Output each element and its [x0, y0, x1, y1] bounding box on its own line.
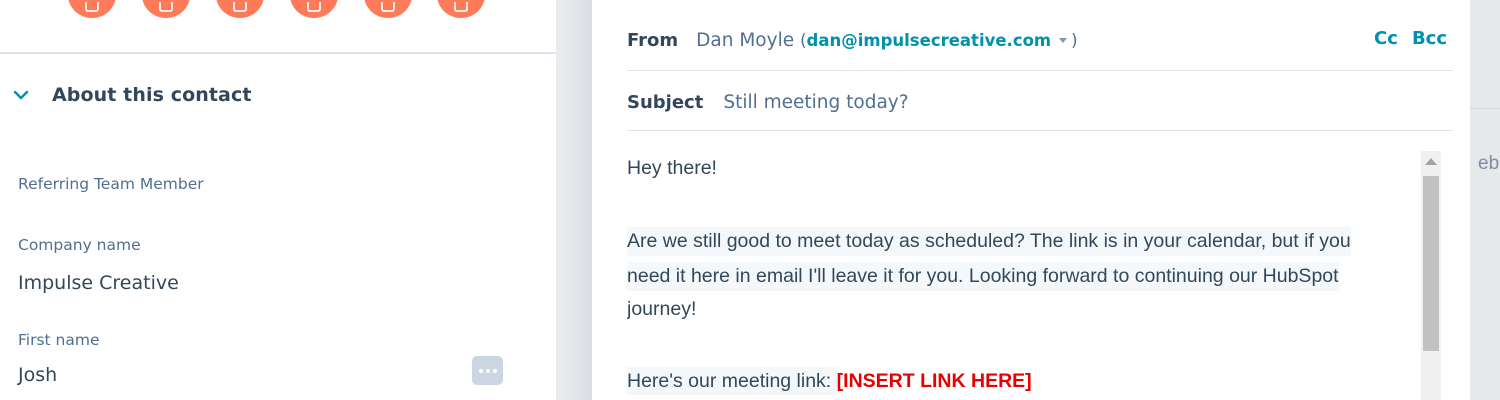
property-label-referring-team-member: Referring Team Member	[18, 175, 204, 193]
property-value-first-name[interactable]: Josh	[18, 364, 57, 386]
from-label: From	[627, 29, 679, 51]
meeting-link-placeholder: [INSERT LINK HERE]	[836, 370, 1032, 392]
from-name: Dan Moyle	[696, 29, 795, 51]
body-greeting: Hey there!	[627, 157, 717, 179]
caret-down-icon[interactable]	[1059, 37, 1068, 43]
background-page	[1470, 0, 1500, 400]
email-compose-panel: From Dan Moyle (dan@impulsecreative.com)…	[592, 0, 1470, 400]
email-action-button[interactable]	[142, 0, 190, 18]
section-title: About this contact	[52, 84, 252, 106]
body-paragraph-line-2: need it here in email I'll leave it for …	[627, 262, 1339, 291]
from-email-selector[interactable]: (dan@impulsecreative.com)	[800, 31, 1077, 50]
log-action-button[interactable]	[290, 0, 338, 18]
body-scrollbar[interactable]	[1421, 151, 1441, 400]
from-divider	[627, 70, 1453, 71]
about-section-toggle[interactable]: About this contact	[12, 80, 252, 110]
background-partial-text: eb	[1478, 153, 1500, 174]
cc-link[interactable]: Cc	[1374, 28, 1398, 49]
call-action-button[interactable]	[216, 0, 264, 18]
email-icon	[159, 2, 173, 12]
call-icon	[233, 2, 247, 12]
ellipsis-icon	[478, 368, 483, 373]
chevron-down-icon	[13, 90, 29, 100]
subject-divider	[627, 130, 1453, 131]
note-action-button[interactable]	[68, 0, 116, 18]
panel-divider	[0, 52, 556, 54]
task-action-button[interactable]	[364, 0, 412, 18]
task-icon	[381, 2, 395, 12]
property-value-company-name[interactable]: Impulse Creative	[18, 272, 179, 294]
subject-label: Subject	[627, 91, 704, 113]
body-meeting-link-line: Here's our meeting link: [INSERT LINK HE…	[627, 367, 1032, 395]
scrollbar-thumb[interactable]	[1423, 176, 1439, 351]
subject-row: Subject Still meeting today?	[627, 86, 909, 118]
body-paragraph-line-3: journey!	[627, 298, 697, 320]
bcc-link[interactable]: Bcc	[1412, 28, 1447, 49]
more-icon	[454, 2, 468, 12]
email-body-editor[interactable]: Hey there! Are we still good to meet tod…	[627, 148, 1435, 400]
panel-gap	[556, 0, 592, 400]
note-icon	[85, 2, 99, 12]
property-label-company-name: Company name	[18, 236, 141, 254]
property-label-first-name: First name	[18, 331, 100, 349]
log-icon	[307, 2, 321, 12]
contact-panel: About this contact Referring Team Member…	[0, 0, 556, 400]
subject-input[interactable]: Still meeting today?	[723, 92, 908, 113]
from-email[interactable]: dan@impulsecreative.com	[807, 31, 1052, 50]
cc-bcc-links: Cc Bcc	[1374, 28, 1447, 49]
scroll-up-arrow-icon[interactable]	[1425, 158, 1437, 165]
more-action-button[interactable]	[437, 0, 485, 18]
property-more-button[interactable]	[472, 356, 503, 385]
from-row: From Dan Moyle (dan@impulsecreative.com)…	[627, 24, 1453, 56]
meeting-link-prefix: Here's our meeting link:	[627, 367, 837, 395]
body-paragraph-line-1: Are we still good to meet today as sched…	[627, 227, 1351, 256]
